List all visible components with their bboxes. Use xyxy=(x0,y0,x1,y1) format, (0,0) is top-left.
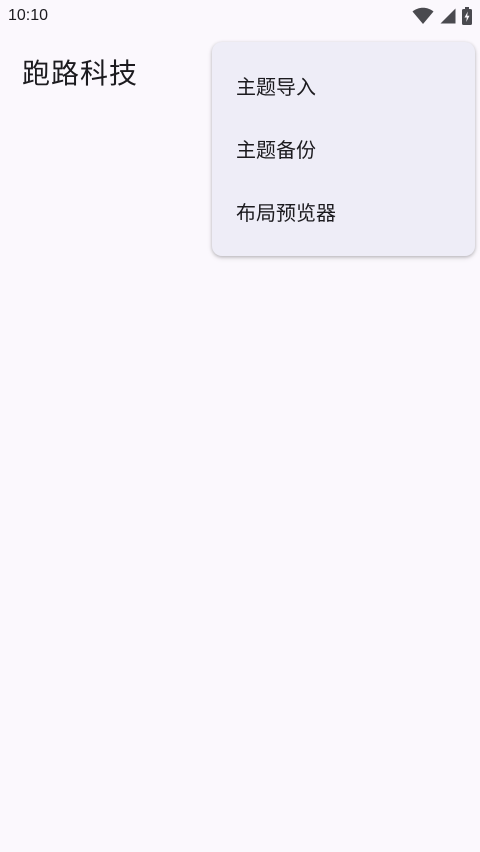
menu-item-label: 布局预览器 xyxy=(236,201,336,225)
wifi-icon xyxy=(412,7,434,25)
app-title: 跑路科技 xyxy=(22,57,139,90)
status-icons xyxy=(412,6,472,26)
cellular-signal-icon xyxy=(440,8,456,24)
menu-item-theme-backup[interactable]: 主题备份 xyxy=(212,117,475,180)
menu-item-label: 主题备份 xyxy=(236,138,316,162)
battery-charging-icon xyxy=(462,7,472,25)
menu-item-theme-import[interactable]: 主题导入 xyxy=(212,54,475,117)
overflow-menu: 主题导入 主题备份 布局预览器 xyxy=(212,42,475,256)
status-time: 10:10 xyxy=(8,7,49,24)
menu-item-label: 主题导入 xyxy=(236,75,316,99)
menu-item-layout-previewer[interactable]: 布局预览器 xyxy=(212,180,475,243)
status-bar: 10:10 xyxy=(0,0,480,32)
